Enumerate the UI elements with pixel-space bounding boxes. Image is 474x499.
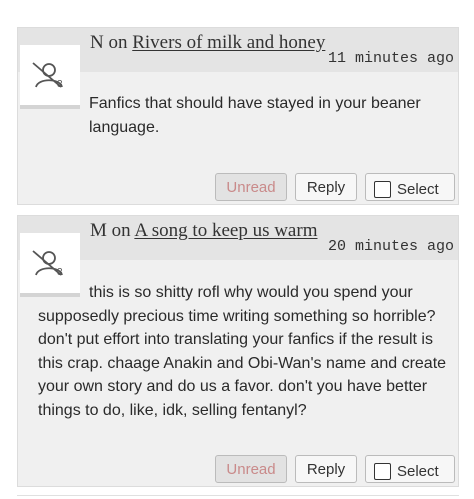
comment-body: Fanfics that should have stayed in your … bbox=[89, 95, 421, 136]
comment-card: N on Rivers of milk and honey 11 minutes… bbox=[17, 27, 459, 205]
unread-button[interactable]: Unread bbox=[215, 455, 287, 483]
comment-actions: Unread Reply Select bbox=[215, 171, 455, 201]
no-avatar-icon: 3 bbox=[32, 250, 63, 277]
comment-body: this is so shitty rofl why would you spe… bbox=[38, 284, 447, 419]
select-label: Select bbox=[397, 180, 439, 198]
unread-button[interactable]: Unread bbox=[215, 173, 287, 201]
comment-byline: N on Rivers of milk and honey bbox=[90, 32, 325, 54]
svg-text:3: 3 bbox=[57, 267, 63, 277]
select-button[interactable]: Select bbox=[365, 173, 455, 201]
comment-actions: Unread Reply Select bbox=[215, 453, 455, 483]
comment-byline: M on A song to keep us warm bbox=[90, 220, 317, 242]
select-label: Select bbox=[397, 462, 439, 480]
select-button[interactable]: Select bbox=[365, 455, 455, 483]
on-word: on bbox=[111, 220, 131, 241]
divider bbox=[17, 495, 459, 496]
comment-author[interactable]: N bbox=[90, 32, 104, 53]
no-avatar-icon: 3 bbox=[32, 62, 63, 89]
reply-button[interactable]: Reply bbox=[295, 455, 357, 483]
comment-timestamp: 20 minutes ago bbox=[327, 238, 454, 255]
comment-author[interactable]: M bbox=[90, 220, 107, 241]
avatar[interactable]: 3 bbox=[20, 45, 80, 109]
comment-timestamp: 11 minutes ago bbox=[327, 50, 454, 67]
reply-button[interactable]: Reply bbox=[295, 173, 357, 201]
on-word: on bbox=[108, 32, 128, 53]
select-checkbox[interactable] bbox=[374, 180, 391, 198]
story-link[interactable]: Rivers of milk and honey bbox=[132, 32, 325, 53]
select-checkbox[interactable] bbox=[374, 462, 391, 480]
story-link[interactable]: A song to keep us warm bbox=[134, 220, 317, 241]
comment-card: M on A song to keep us warm 20 minutes a… bbox=[17, 215, 459, 487]
svg-text:3: 3 bbox=[57, 79, 63, 89]
